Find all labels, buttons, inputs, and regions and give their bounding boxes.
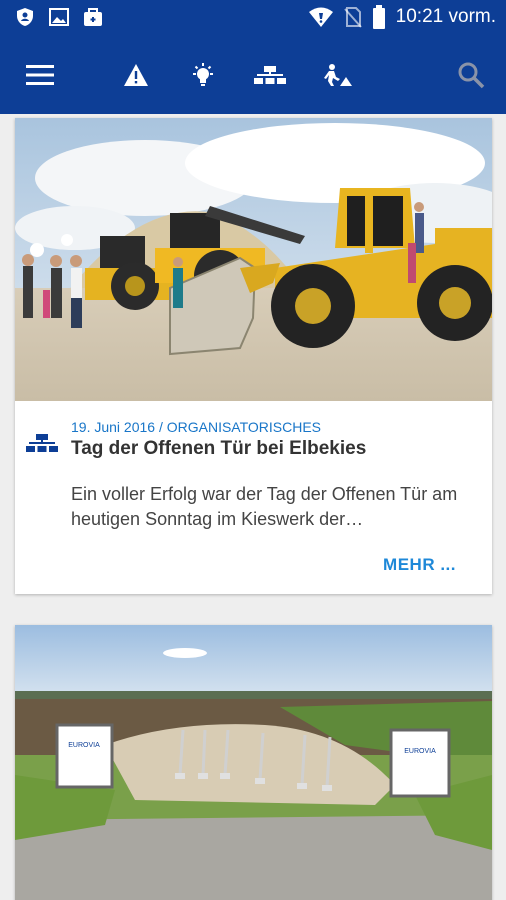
warning-icon <box>124 64 148 86</box>
sign-eurovia-left: EUROVIA <box>68 742 100 749</box>
construction-button[interactable] <box>318 36 358 114</box>
app-toolbar <box>0 36 506 114</box>
article-date-category: 19. Juni 2016 / ORGANISATORISCHES <box>71 419 322 435</box>
warnings-button[interactable] <box>116 36 156 114</box>
no-sim-icon <box>343 7 362 28</box>
read-more-button[interactable]: MEHR ... <box>383 555 456 575</box>
wifi-icon <box>308 7 333 27</box>
status-bar: 10:21 vorm. <box>0 0 506 36</box>
organisation-button[interactable] <box>249 36 291 114</box>
construction-icon <box>324 64 352 86</box>
image-icon <box>49 8 69 26</box>
shield-icon <box>17 8 33 26</box>
lightbulb-icon <box>193 63 213 86</box>
search-icon <box>458 62 485 89</box>
battery-icon <box>372 5 385 29</box>
search-button[interactable] <box>448 36 494 114</box>
news-feed[interactable]: 19. Juni 2016 / ORGANISATORISCHES Tag de… <box>0 114 506 900</box>
status-time: 10:21 vorm. <box>395 6 496 27</box>
organisation-icon <box>254 66 286 84</box>
briefcase-icon <box>84 8 102 26</box>
news-photo-groundbreaking[interactable]: EUROVIA EUROVIA <box>15 625 492 900</box>
news-card[interactable]: 19. Juni 2016 / ORGANISATORISCHES Tag de… <box>15 118 492 594</box>
menu-button[interactable] <box>16 36 64 114</box>
innovation-button[interactable] <box>183 36 223 114</box>
news-photo-excavators[interactable] <box>15 118 492 401</box>
organisation-category-icon <box>26 434 58 452</box>
sign-eurovia-right: EUROVIA <box>404 748 436 755</box>
article-title[interactable]: Tag der Offenen Tür bei Elbekies <box>71 438 366 460</box>
article-excerpt: Ein voller Erfolg war der Tag der Offene… <box>71 484 458 529</box>
menu-icon <box>26 65 54 85</box>
news-card[interactable]: EUROVIA EUROVIA <box>15 625 492 900</box>
